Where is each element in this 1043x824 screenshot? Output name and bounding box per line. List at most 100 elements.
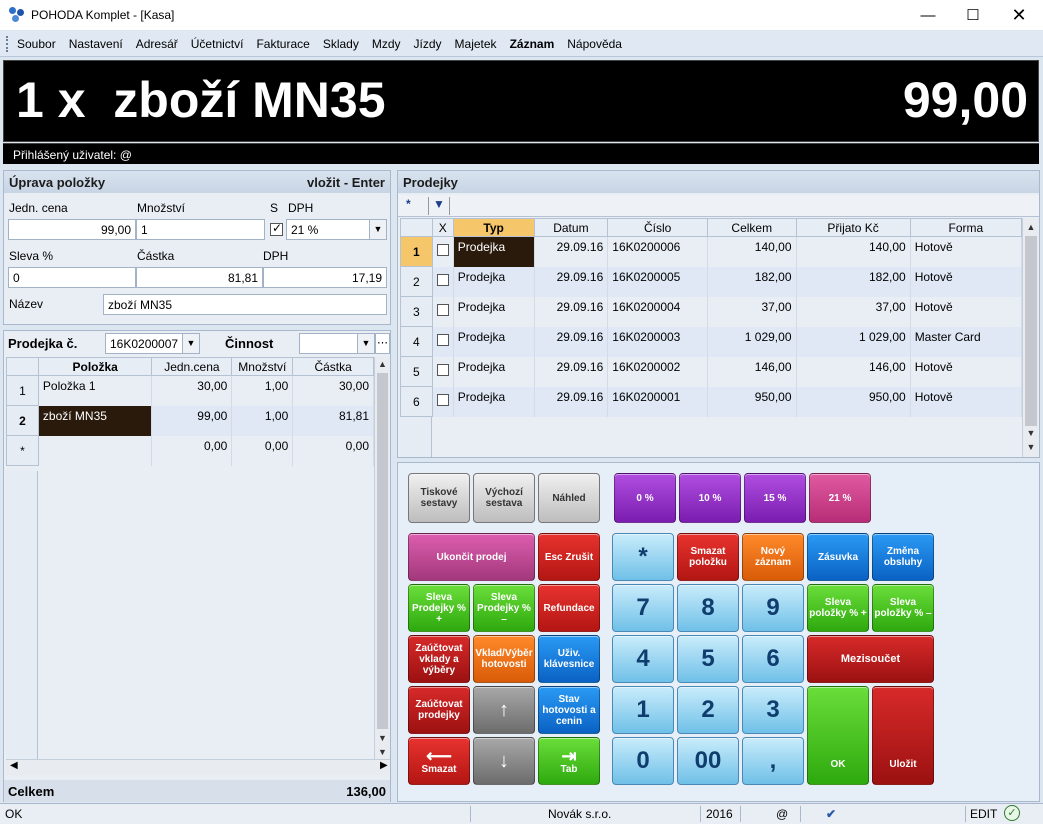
- row-checkbox[interactable]: [432, 326, 454, 357]
- row-checkbox[interactable]: [432, 236, 454, 267]
- col-x[interactable]: X: [431, 218, 454, 237]
- receipt-no-select[interactable]: 16K0200007 ▼: [105, 333, 200, 354]
- col-total[interactable]: Celkem: [707, 218, 797, 237]
- scroll-bottom-icon[interactable]: ▼: [1023, 440, 1039, 454]
- col-date[interactable]: Datum: [533, 218, 609, 237]
- checkbox[interactable]: [436, 274, 449, 286]
- key-6[interactable]: 6: [742, 635, 804, 683]
- key-7[interactable]: 7: [612, 584, 674, 632]
- discount-15-button[interactable]: 15 %: [744, 473, 806, 523]
- key-8[interactable]: 8: [677, 584, 739, 632]
- change-operator-button[interactable]: Změna obsluhy: [872, 533, 934, 581]
- col-number[interactable]: Číslo: [607, 218, 709, 237]
- scroll-thumb[interactable]: [1025, 236, 1037, 426]
- unit-price-field[interactable]: 99,00: [8, 219, 136, 240]
- close-button[interactable]: ✕: [996, 0, 1042, 30]
- user-keyboard-button[interactable]: Uživ. klávesnice: [538, 635, 600, 683]
- col-form[interactable]: Forma: [909, 218, 1023, 237]
- key-0[interactable]: 0: [612, 737, 674, 785]
- row-checkbox[interactable]: [432, 356, 454, 387]
- table-row[interactable]: 2 zboží MN35 99,00 1,00 81,81: [6, 405, 374, 436]
- chevron-down-icon[interactable]: ▼: [357, 334, 374, 353]
- scroll-down-icon[interactable]: ▼: [1023, 426, 1039, 440]
- col-type[interactable]: Typ: [452, 218, 535, 237]
- table-row[interactable]: * 0,00 0,00 0,00: [6, 435, 374, 466]
- star-key[interactable]: *: [612, 533, 674, 581]
- subtotal-button[interactable]: Mezisoučet: [807, 635, 934, 683]
- quantity-field[interactable]: 1: [136, 219, 265, 240]
- key-comma[interactable]: ,: [742, 737, 804, 785]
- finish-sale-button[interactable]: Ukončit prodej: [408, 533, 535, 581]
- chevron-down-icon[interactable]: ▼: [182, 334, 199, 353]
- new-record-star-icon[interactable]: *: [406, 197, 411, 211]
- new-record-button[interactable]: Nový záznam: [742, 533, 804, 581]
- menu-ucetnictvi[interactable]: Účetnictví: [191, 37, 244, 51]
- preview-button[interactable]: Náhled: [538, 473, 600, 523]
- checkbox[interactable]: [436, 334, 449, 346]
- discount-field[interactable]: 0: [8, 267, 136, 288]
- table-row[interactable]: 1 Prodejka 29.09.16 16K0200006 140,00 140,00 H…: [400, 236, 1023, 267]
- filter-icon[interactable]: ▼: [428, 197, 450, 215]
- receipt-hscroll[interactable]: ◀ ▶: [6, 759, 390, 775]
- arrow-down-icon[interactable]: ↓: [473, 737, 535, 785]
- row-checkbox[interactable]: [432, 386, 454, 417]
- amount-field[interactable]: 81,81: [136, 267, 263, 288]
- table-row[interactable]: 6 Prodejka 29.09.16 16K0200001 950,00 950,00 H…: [400, 386, 1023, 417]
- esc-cancel-button[interactable]: Esc Zrušit: [538, 533, 600, 581]
- col-quantity[interactable]: Množství: [231, 357, 294, 376]
- discount-21-button[interactable]: 21 %: [809, 473, 871, 523]
- key-2[interactable]: 2: [677, 686, 739, 734]
- col-paid[interactable]: Přijato Kč: [795, 218, 911, 237]
- key-00[interactable]: 00: [677, 737, 739, 785]
- activity-select[interactable]: ▼: [299, 333, 375, 354]
- minimize-button[interactable]: —: [905, 0, 951, 30]
- delete-button[interactable]: ⟵ Smazat: [408, 737, 470, 785]
- col-item[interactable]: Položka: [37, 357, 153, 376]
- table-row[interactable]: 3 Prodejka 29.09.16 16K0200004 37,00 37,00 Hot…: [400, 296, 1023, 327]
- menu-jizdy[interactable]: Jízdy: [414, 37, 442, 51]
- checkbox[interactable]: [436, 364, 449, 376]
- key-5[interactable]: 5: [677, 635, 739, 683]
- menu-adresar[interactable]: Adresář: [136, 37, 178, 51]
- arrow-up-icon[interactable]: ↑: [473, 686, 535, 734]
- maximize-button[interactable]: ☐: [950, 0, 996, 30]
- discount-0-button[interactable]: 0 %: [614, 473, 676, 523]
- menu-napoveda[interactable]: Nápověda: [567, 37, 622, 51]
- table-row[interactable]: 5 Prodejka 29.09.16 16K0200002 146,00 146,00 H…: [400, 356, 1023, 387]
- sales-vscroll[interactable]: ▲ ▼ ▼: [1022, 218, 1039, 457]
- menu-fakturace[interactable]: Fakturace: [256, 37, 309, 51]
- scroll-thumb[interactable]: [377, 373, 388, 729]
- cash-deposit-withdraw-button[interactable]: Vklad/Výběr hotovosti: [473, 635, 535, 683]
- checkbox[interactable]: [436, 304, 449, 316]
- item-discount-minus-button[interactable]: Sleva položky % –: [872, 584, 934, 632]
- s-checkbox[interactable]: ✓: [270, 221, 283, 236]
- refund-button[interactable]: Refundace: [538, 584, 600, 632]
- key-4[interactable]: 4: [612, 635, 674, 683]
- drawer-button[interactable]: Zásuvka: [807, 533, 869, 581]
- checkbox[interactable]: [436, 244, 449, 257]
- table-row[interactable]: 1 Položka 1 30,00 1,00 30,00: [6, 375, 374, 406]
- receipt-discount-plus-button[interactable]: Sleva Prodejky % +: [408, 584, 470, 632]
- scroll-top-icon[interactable]: ▲: [375, 357, 390, 371]
- table-row[interactable]: 2 Prodejka 29.09.16 16K0200005 182,00 182,00 H…: [400, 266, 1023, 297]
- receipt-vscroll[interactable]: ▲ ▼ ▼: [374, 357, 390, 759]
- key-1[interactable]: 1: [612, 686, 674, 734]
- chevron-down-icon[interactable]: ▼: [369, 220, 386, 239]
- discount-10-button[interactable]: 10 %: [679, 473, 741, 523]
- menu-zaznam[interactable]: Záznam: [510, 37, 555, 51]
- menu-sklady[interactable]: Sklady: [323, 37, 359, 51]
- row-checkbox[interactable]: [432, 266, 454, 297]
- tab-button[interactable]: ⇥ Tab: [538, 737, 600, 785]
- key-3[interactable]: 3: [742, 686, 804, 734]
- row-checkbox[interactable]: [432, 296, 454, 327]
- post-receipts-button[interactable]: Zaúčtovat prodejky: [408, 686, 470, 734]
- menu-mzdy[interactable]: Mzdy: [372, 37, 401, 51]
- scroll-top-icon[interactable]: ▲: [1023, 220, 1039, 234]
- vat-amount-field[interactable]: 17,19: [263, 267, 387, 288]
- name-field[interactable]: zboží MN35: [103, 294, 387, 315]
- item-discount-plus-button[interactable]: Sleva položky % +: [807, 584, 869, 632]
- menu-nastaveni[interactable]: Nastavení: [69, 37, 123, 51]
- col-unit-price[interactable]: Jedn.cena: [151, 357, 233, 376]
- menu-soubor[interactable]: Soubor: [17, 37, 56, 51]
- scroll-right-icon[interactable]: ▶: [380, 760, 388, 771]
